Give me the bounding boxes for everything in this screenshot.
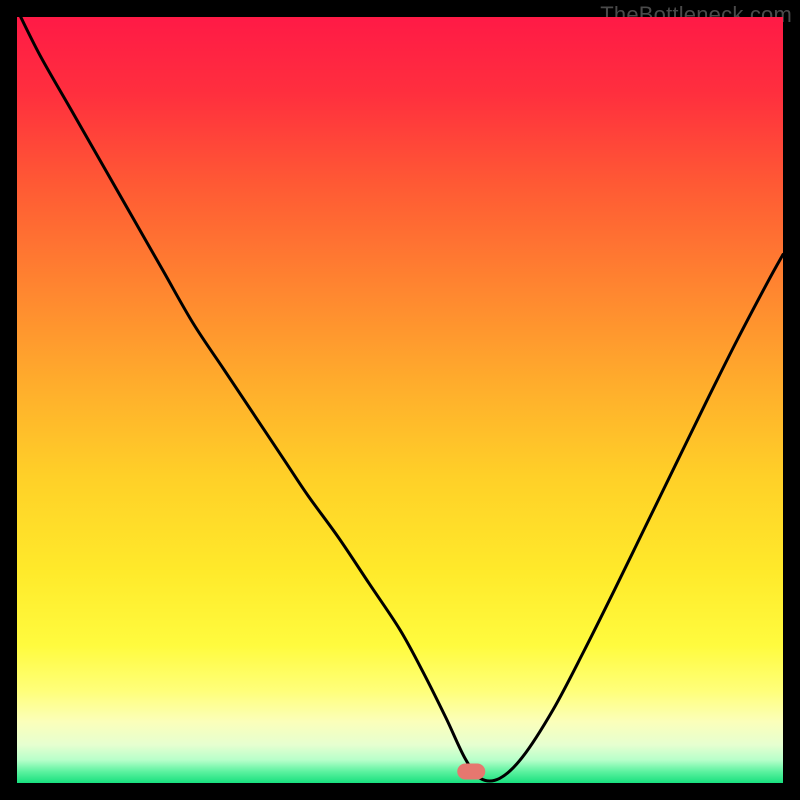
gradient-background [17, 17, 783, 783]
plot-area [17, 17, 783, 783]
chart-frame: TheBottleneck.com [0, 0, 800, 800]
bottleneck-chart [17, 17, 783, 783]
optimum-marker [457, 764, 485, 780]
